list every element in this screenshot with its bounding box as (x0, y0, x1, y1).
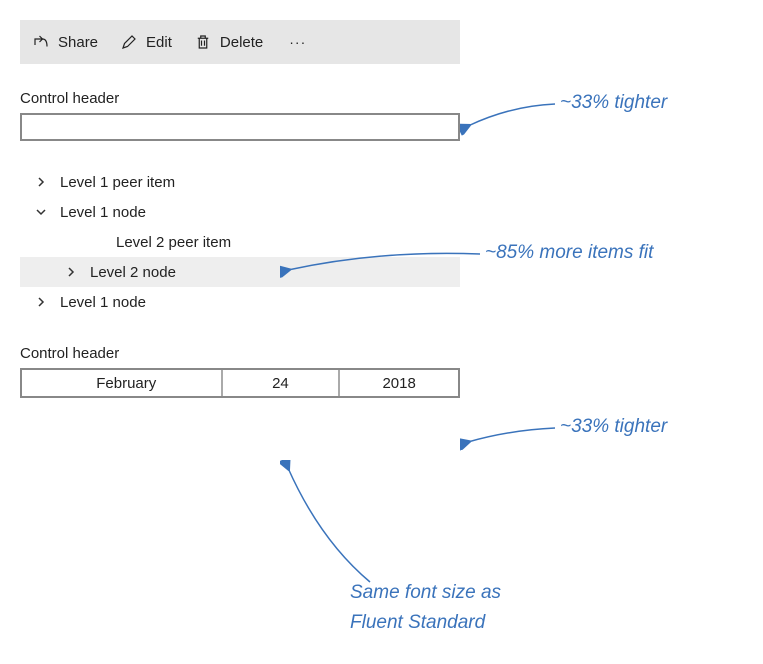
chevron-right-icon (34, 297, 48, 307)
annotation-tighter-1: ~33% tighter (560, 92, 667, 114)
share-label: Share (58, 34, 98, 51)
textbox-section: Control header (20, 90, 460, 141)
annotation-tighter-2: ~33% tighter (560, 416, 667, 438)
delete-button[interactable]: Delete (194, 33, 263, 51)
date-picker[interactable]: February 24 2018 (20, 368, 460, 398)
tree-row[interactable]: Level 1 node (20, 197, 460, 227)
chevron-right-icon (64, 267, 78, 277)
tree-row[interactable]: Level 1 node (20, 287, 460, 317)
edit-icon (120, 33, 138, 51)
date-year[interactable]: 2018 (340, 370, 458, 396)
tree-row[interactable]: Level 1 peer item (20, 167, 460, 197)
delete-icon (194, 33, 212, 51)
more-button[interactable]: ··· (285, 34, 310, 50)
more-icon: ··· (289, 34, 306, 50)
tree-item-label: Level 1 node (60, 294, 146, 311)
arrow-icon (280, 250, 485, 280)
date-day[interactable]: 24 (223, 370, 341, 396)
annotation-more-items: ~85% more items fit (485, 242, 653, 264)
date-section: Control header February 24 2018 (20, 345, 460, 398)
share-button[interactable]: Share (32, 33, 98, 51)
tree-item-label: Level 1 node (60, 204, 146, 221)
tree-item-label: Level 2 node (90, 264, 176, 281)
chevron-right-icon (34, 177, 48, 187)
text-input[interactable] (20, 113, 460, 141)
delete-label: Delete (220, 34, 263, 51)
command-bar: Share Edit Delete ··· (20, 20, 460, 64)
date-month[interactable]: February (22, 370, 223, 396)
edit-button[interactable]: Edit (120, 33, 172, 51)
arrow-icon (460, 424, 560, 454)
chevron-down-icon (34, 207, 48, 217)
tree-item-label: Level 1 peer item (60, 174, 175, 191)
share-icon (32, 33, 50, 51)
arrow-icon (460, 98, 560, 138)
tree-item-label: Level 2 peer item (116, 234, 231, 251)
annotation-fontsize-2: Fluent Standard (350, 612, 485, 634)
ui-examples-column: Share Edit Delete ··· (20, 20, 460, 398)
tree-view: Level 1 peer item Level 1 node Level 2 p… (20, 167, 460, 317)
textbox-header: Control header (20, 90, 460, 107)
arrow-icon (280, 460, 400, 586)
edit-label: Edit (146, 34, 172, 51)
date-header: Control header (20, 345, 460, 362)
